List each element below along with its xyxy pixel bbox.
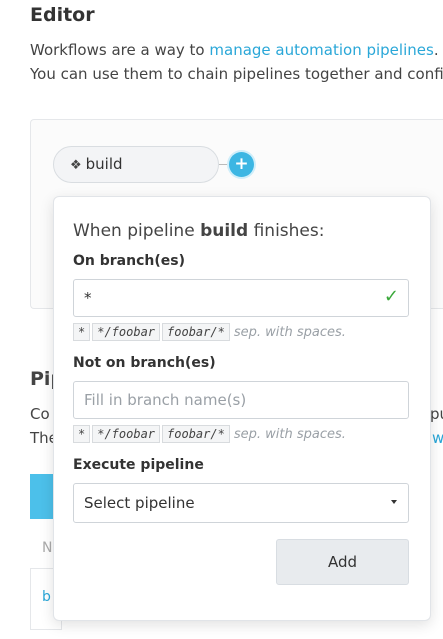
pipeline-node-label: build <box>85 155 123 173</box>
table-header-name: N <box>42 540 53 556</box>
editor-description-line2: You can use them to chain pipelines toge… <box>30 65 443 83</box>
heading-pipeline-name: build <box>200 221 249 241</box>
page-title: Editor <box>30 4 95 26</box>
caret-down-icon <box>391 500 397 504</box>
description-period: . <box>433 41 439 59</box>
git-icon: ❖ <box>70 158 82 173</box>
select-value: Select pipeline <box>84 494 195 512</box>
description-text: Workflows are a way to <box>30 41 210 59</box>
hint-text: sep. with spaces. <box>233 325 346 340</box>
execute-pipeline-select[interactable]: Select pipeline <box>73 483 409 523</box>
pipelines-description-fragment: Co <box>30 405 50 423</box>
not-on-branch-label: Not on branch(es) <box>73 355 216 371</box>
branch-pattern-chip: */foobar <box>92 425 161 443</box>
plus-icon: + <box>234 154 249 174</box>
check-icon: ✓ <box>383 286 399 307</box>
heading-text-end: finishes: <box>248 221 325 241</box>
on-branch-hints: * */foobar foobar/* sep. with spaces. <box>73 323 346 341</box>
editor-description-line1: Workflows are a way to manage automation… <box>30 41 439 59</box>
add-button[interactable]: Add <box>276 539 409 585</box>
on-branch-input[interactable]: * ✓ <box>73 279 409 317</box>
not-on-branch-hints: * */foobar foobar/* sep. with spaces. <box>73 425 346 443</box>
pipelines-description-right-fragment: pu <box>430 405 443 423</box>
workflow-trigger-popover: When pipeline build finishes: On branch(… <box>53 196 431 621</box>
branch-pattern-chip: */foobar <box>92 323 161 341</box>
pipeline-node-build[interactable]: ❖ build <box>53 146 219 183</box>
branch-pattern-chip: foobar/* <box>162 425 230 443</box>
on-branch-value: * <box>84 289 92 307</box>
branch-pattern-chip: foobar/* <box>162 323 230 341</box>
popover-heading: When pipeline build finishes: <box>73 221 324 241</box>
pipelines-link-fragment[interactable]: w <box>432 429 443 447</box>
branch-pattern-chip: * <box>73 425 91 443</box>
manage-pipelines-link[interactable]: manage automation pipelines <box>209 41 433 59</box>
table-row-link[interactable]: b <box>42 589 51 605</box>
execute-pipeline-label: Execute pipeline <box>73 457 204 473</box>
heading-text: When pipeline <box>73 221 201 241</box>
branch-pattern-chip: * <box>73 323 91 341</box>
not-on-branch-input[interactable]: Fill in branch name(s) <box>73 381 409 419</box>
add-downstream-button[interactable]: + <box>229 152 254 177</box>
hint-text: sep. with spaces. <box>233 427 346 442</box>
on-branch-label: On branch(es) <box>73 253 185 269</box>
